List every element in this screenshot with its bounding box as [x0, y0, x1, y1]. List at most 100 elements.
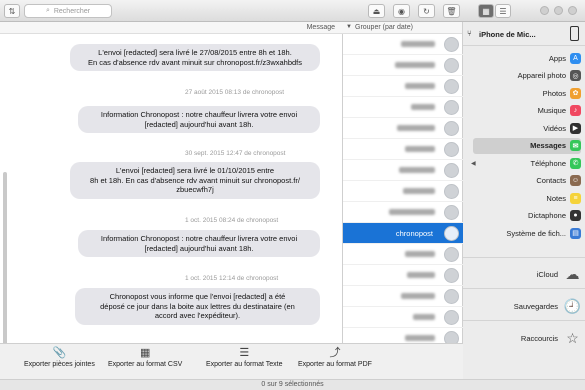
avatar	[444, 205, 459, 220]
sidebar-item-raccourcis[interactable]: Raccourcis ☆	[473, 326, 581, 350]
redacted-contact-name	[411, 104, 435, 110]
refresh-icon[interactable]: ↻	[418, 4, 435, 18]
message-timestamp: 27 août 2015 08:13 de chronopost	[185, 89, 285, 96]
apps-icon: A	[570, 52, 581, 64]
avatar	[444, 184, 459, 199]
sidebar-item-photos[interactable]: Photos ✿	[473, 85, 581, 101]
conversation-name: chronopost	[395, 229, 433, 238]
music-icon: ♪	[570, 105, 581, 116]
avatar	[444, 121, 459, 136]
conversation-row[interactable]	[343, 160, 463, 181]
conversation-row[interactable]	[343, 34, 463, 55]
pdf-icon: ⤴	[329, 347, 341, 359]
minimize-button[interactable]	[554, 6, 563, 15]
sidebar-item-messages[interactable]: Messages ✉	[473, 137, 581, 154]
video-icon: ▶	[570, 122, 581, 134]
sidebar-item-système-de-fich[interactable]: Système de fich... ▤	[473, 225, 581, 241]
conversation-row[interactable]	[343, 97, 463, 118]
conversation-row[interactable]	[343, 307, 463, 328]
messages-icon: ✉	[570, 140, 581, 151]
avatar	[444, 268, 459, 283]
conversation-row[interactable]	[343, 265, 463, 286]
export-attachments-button[interactable]: 📎 Exporter pièces jointes	[24, 347, 95, 368]
message-timestamp: 1 oct. 2015 12:14 de chronopost	[185, 275, 279, 282]
conversation-row[interactable]	[343, 202, 463, 223]
avatar	[444, 100, 459, 115]
conversation-row[interactable]	[343, 244, 463, 265]
redacted-contact-name	[407, 272, 435, 278]
conversation-row[interactable]	[343, 76, 463, 97]
redacted-contact-name	[395, 62, 435, 68]
filesystem-icon: ▤	[570, 227, 581, 239]
avatar	[444, 310, 459, 325]
sidebar-item-icloud[interactable]: iCloud ☁	[473, 262, 581, 286]
export-pdf-button[interactable]: ⤴ Exporter au format PDF	[298, 347, 372, 368]
redacted-contact-name	[399, 167, 435, 173]
paperclip-icon: 📎	[52, 347, 67, 359]
window-controls	[540, 6, 577, 15]
avatar	[444, 58, 459, 73]
search-icon: ⌕	[45, 7, 50, 14]
message-bubble[interactable]: Information Chronopost : notre chauffeur…	[78, 106, 320, 133]
redacted-contact-name	[403, 188, 435, 194]
search-input[interactable]: ⌕ Rechercher	[24, 4, 112, 18]
conversation-row[interactable]	[343, 118, 463, 139]
eject-icon[interactable]: ⏏	[368, 4, 385, 18]
redacted-contact-name	[401, 293, 435, 299]
disclosure-triangle-icon[interactable]: ◀	[471, 160, 476, 167]
photos-icon: ✿	[570, 87, 581, 99]
avatar	[444, 37, 459, 52]
csv-icon: ▦	[139, 347, 151, 359]
sidebar-item-musique[interactable]: Musique ♪	[473, 103, 581, 119]
camera-icon: ◎	[570, 70, 581, 81]
scrollbar[interactable]	[3, 172, 7, 352]
sidebar-item-appareil-photo[interactable]: Appareil photo ◎	[473, 68, 581, 84]
redacted-contact-name	[405, 335, 435, 341]
phone-icon: ✆	[570, 157, 581, 169]
export-csv-button[interactable]: ▦ Exporter au format CSV	[108, 347, 182, 368]
text-doc-icon: ☰	[239, 347, 250, 359]
sort-icon[interactable]: ⇅	[4, 4, 20, 18]
device-name: iPhone de Mic...	[479, 30, 536, 39]
message-bubble[interactable]: L'envoi [redacted] sera livré le 27/08/2…	[70, 44, 320, 71]
sidebar-item-apps[interactable]: Apps A	[473, 50, 581, 66]
redacted-contact-name	[401, 41, 435, 47]
conversation-row[interactable]	[343, 181, 463, 202]
divider	[463, 288, 585, 289]
trash-icon[interactable]: 🗑	[443, 4, 460, 18]
avatar	[444, 142, 459, 157]
message-pane: Message L'envoi [redacted] sera livré le…	[0, 22, 343, 367]
sidebar-item-vidéos[interactable]: Vidéos ▶	[473, 120, 581, 136]
zoom-button[interactable]	[540, 6, 549, 15]
message-bubble[interactable]: Information Chronopost : notre chauffeur…	[78, 230, 320, 257]
status-bar: 0 sur 9 sélectionnés	[0, 379, 585, 390]
avatar	[444, 247, 459, 262]
device-header[interactable]: ⑂ iPhone de Mic...	[463, 22, 585, 46]
message-bubble[interactable]: Chronopost vous informe que l'envoi [red…	[75, 288, 320, 325]
conversation-row-selected[interactable]: chronopost	[343, 223, 463, 244]
microphone-icon: ●	[570, 210, 581, 221]
list-icon[interactable]: ☰	[495, 4, 511, 18]
redacted-contact-name	[389, 209, 435, 215]
message-column-header[interactable]: Message	[0, 22, 343, 34]
conversation-row[interactable]	[343, 55, 463, 76]
iphone-icon	[570, 26, 579, 41]
conversation-row[interactable]	[343, 286, 463, 307]
redacted-contact-name	[397, 125, 435, 131]
export-action-bar: 📎 Exporter pièces jointes ▦ Exporter au …	[0, 343, 463, 379]
close-button[interactable]	[568, 6, 577, 15]
redacted-contact-name	[413, 314, 435, 320]
conversation-row[interactable]	[343, 139, 463, 160]
message-timestamp: 1 oct. 2015 08:24 de chronopost	[185, 217, 279, 224]
sidebar-item-dictaphone[interactable]: Dictaphone ●	[473, 208, 581, 224]
avatar	[444, 79, 459, 94]
grid-icon[interactable]: ▦	[478, 4, 494, 18]
export-text-button[interactable]: ☰ Exporter au format Texte	[206, 347, 283, 368]
sidebar-item-contacts[interactable]: Contacts ☺	[473, 173, 581, 189]
eye-icon[interactable]: ◉	[393, 4, 410, 18]
sidebar-item-téléphone[interactable]: ◀ Téléphone ✆	[471, 155, 581, 171]
list-sort-header[interactable]: ▼ Grouper (par date)	[343, 22, 462, 34]
sidebar-item-notes[interactable]: Notes ≡	[473, 190, 581, 206]
sidebar-item-sauvegardes[interactable]: Sauvegardes 🕘	[473, 294, 581, 318]
message-bubble[interactable]: L'envoi [redacted] sera livré le 01/10/2…	[70, 162, 320, 199]
